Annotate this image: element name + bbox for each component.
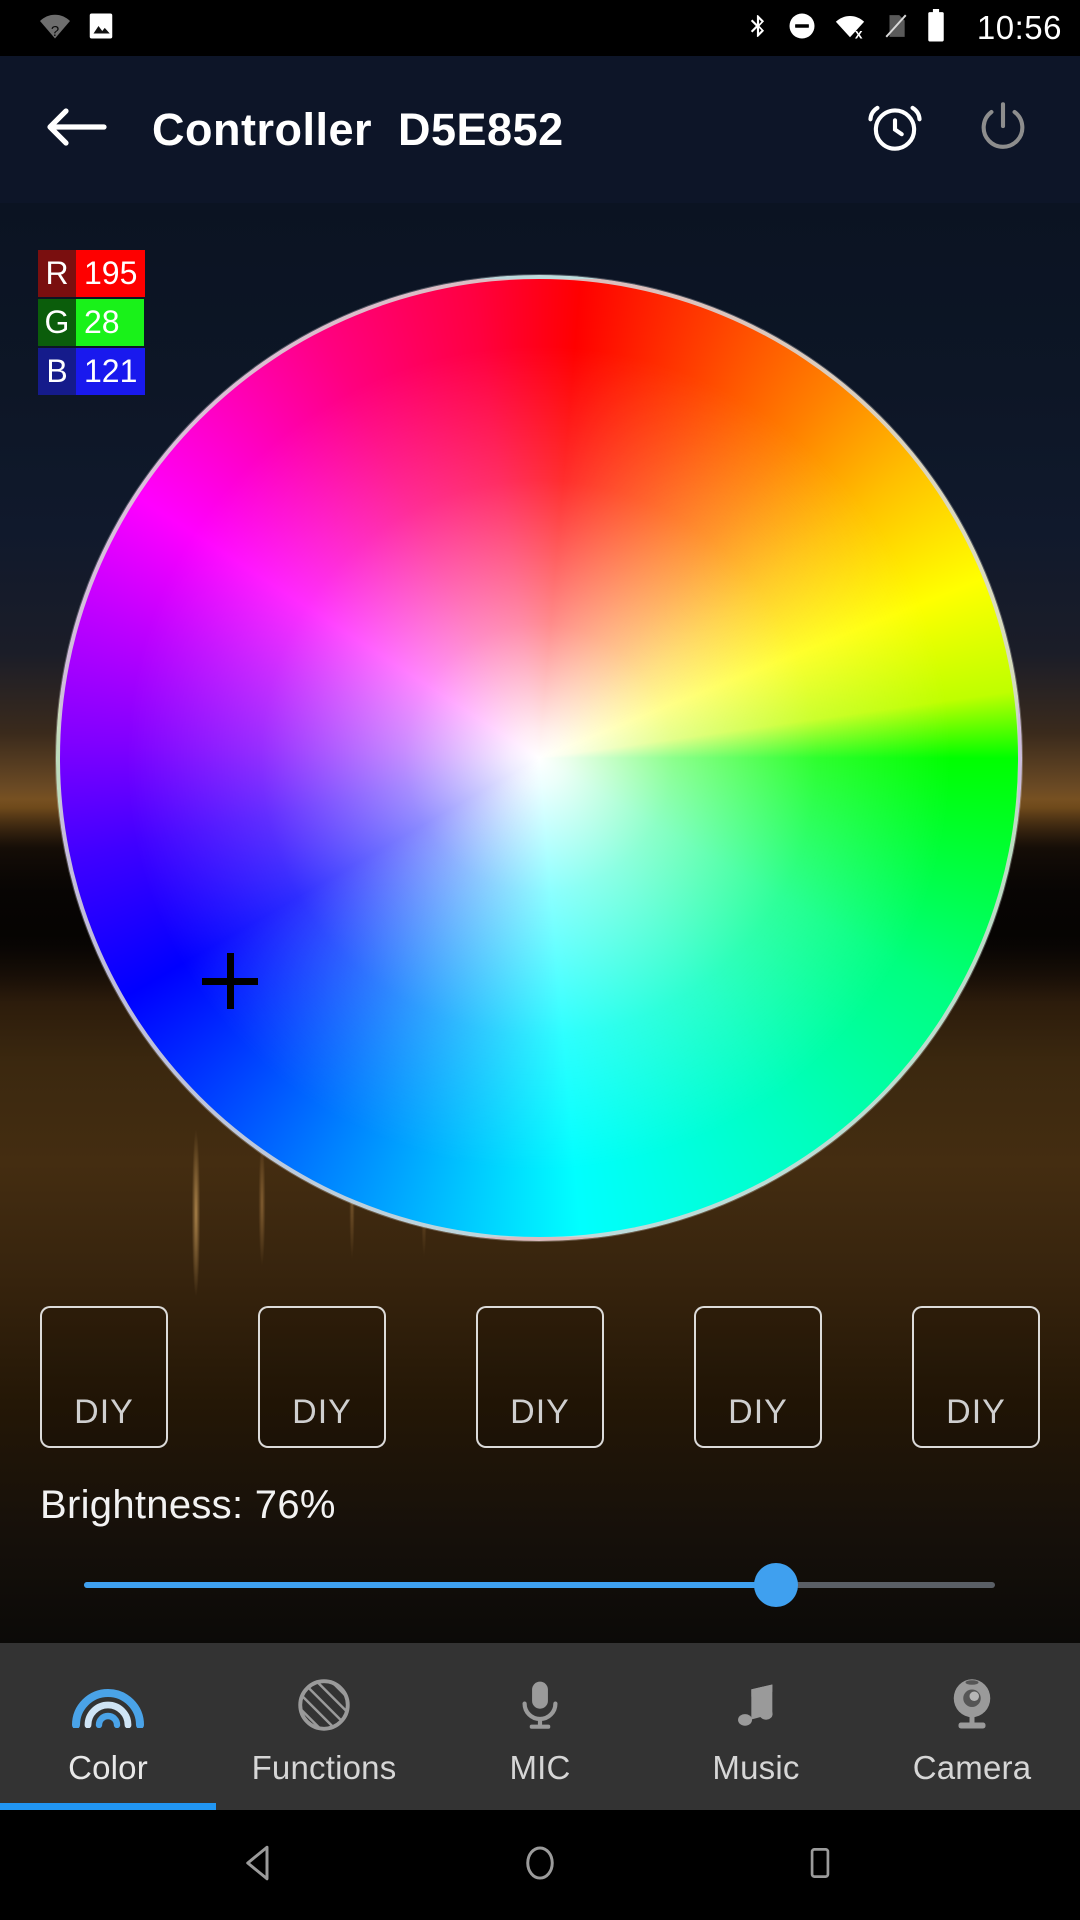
tab-mic[interactable]: MIC: [432, 1643, 648, 1810]
page-title: Controller D5E852: [152, 103, 564, 155]
diy-preset-button-3[interactable]: DIY: [476, 1306, 604, 1448]
rgb-value-red: 195: [76, 250, 146, 297]
rgb-key-red: R: [38, 250, 76, 297]
back-arrow-icon: [44, 103, 108, 156]
do-not-disturb-icon: [787, 11, 817, 46]
diy-label-1: DIY: [74, 1393, 134, 1431]
nav-home-button[interactable]: [480, 1810, 600, 1920]
status-bar-right-icons: x 10:56: [745, 8, 1062, 48]
tab-camera[interactable]: Camera: [864, 1643, 1080, 1810]
diy-label-2: DIY: [292, 1393, 352, 1431]
tab-label-mic: MIC: [509, 1748, 571, 1786]
microphone-icon: [512, 1675, 568, 1735]
tab-label-camera: Camera: [912, 1748, 1032, 1786]
nav-back-button[interactable]: [200, 1810, 320, 1920]
color-picker-crosshair[interactable]: [202, 953, 258, 1009]
rgb-key-green: G: [38, 299, 76, 346]
nav-home-circle-icon: [519, 1841, 561, 1890]
battery-icon: [925, 8, 947, 48]
tab-functions[interactable]: Functions: [216, 1643, 432, 1810]
brightness-slider-thumb[interactable]: [754, 1563, 799, 1607]
power-icon[interactable]: [974, 98, 1032, 161]
nav-recents-square-icon: [801, 1841, 839, 1890]
rgb-row-green: G 28: [38, 299, 145, 346]
tab-active-underline: [0, 1803, 216, 1810]
screenshot-image-icon: [86, 11, 116, 46]
color-wheel-surface[interactable]: [56, 275, 1022, 1241]
diy-preset-button-2[interactable]: DIY: [258, 1306, 386, 1448]
alarm-clock-icon[interactable]: [864, 96, 926, 163]
app-bar: Controller D5E852: [0, 56, 1080, 203]
app-screen: ? x 10:56 Controller D5E852 R 195 G 28 B…: [0, 0, 1080, 1920]
back-button[interactable]: [28, 82, 124, 178]
diy-preset-button-5[interactable]: DIY: [912, 1306, 1040, 1448]
svg-text:?: ?: [51, 23, 59, 40]
android-navigation-bar: [0, 1810, 1080, 1920]
diy-preset-row: DIY DIY DIY DIY DIY: [0, 1306, 1080, 1448]
rgb-readout: R 195 G 28 B 121: [38, 250, 146, 397]
wifi-unknown-icon: ?: [38, 11, 72, 46]
bluetooth-icon: [745, 9, 771, 48]
hatched-circle-icon: [293, 1675, 355, 1735]
diy-label-4: DIY: [728, 1393, 788, 1431]
rgb-row-blue: B 121: [38, 348, 146, 395]
brightness-slider[interactable]: [84, 1563, 995, 1607]
diy-label-5: DIY: [946, 1393, 1006, 1431]
svg-text:x: x: [855, 26, 863, 41]
color-wheel[interactable]: [56, 275, 1022, 1241]
brightness-slider-fill: [84, 1582, 777, 1588]
status-bar-left-icons: ?: [38, 11, 116, 46]
status-bar-clock: 10:56: [976, 9, 1062, 46]
rgb-key-blue: B: [38, 348, 76, 395]
rainbow-icon: [72, 1675, 144, 1735]
status-bar: ? x 10:56: [0, 0, 1080, 56]
diy-preset-button-4[interactable]: DIY: [694, 1306, 822, 1448]
rgb-value-blue: 121: [76, 348, 146, 395]
nav-recents-button[interactable]: [760, 1810, 880, 1920]
music-note-icon: [728, 1675, 784, 1735]
bottom-tab-bar: Color Functions MIC Music Camera: [0, 1643, 1080, 1810]
app-bar-actions: [864, 96, 1052, 163]
brightness-label: Brightness: 76%: [40, 1483, 336, 1527]
rgb-row-red: R 195: [38, 250, 146, 297]
tab-color[interactable]: Color: [0, 1643, 216, 1810]
tab-label-music: Music: [712, 1748, 800, 1786]
webcam-icon: [942, 1675, 1002, 1735]
tab-label-functions: Functions: [251, 1748, 397, 1786]
rgb-value-green: 28: [76, 299, 144, 346]
sim-missing-icon: [883, 10, 909, 47]
tab-label-color: Color: [68, 1748, 148, 1786]
tab-music[interactable]: Music: [648, 1643, 864, 1810]
diy-label-3: DIY: [510, 1393, 570, 1431]
wifi-off-icon: x: [833, 11, 867, 46]
nav-back-triangle-icon: [239, 1841, 281, 1890]
diy-preset-button-1[interactable]: DIY: [40, 1306, 168, 1448]
